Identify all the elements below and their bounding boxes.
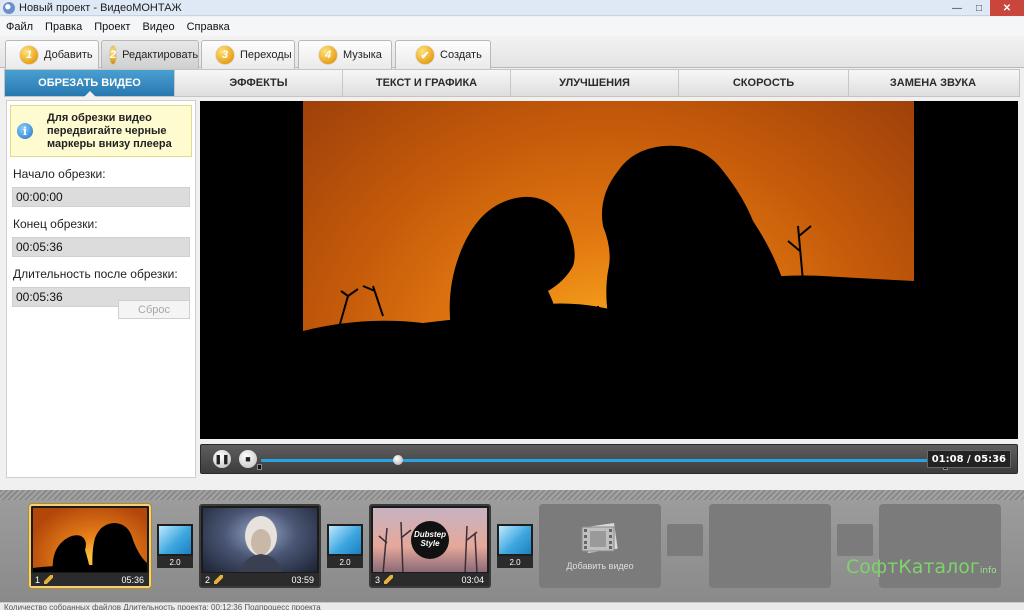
step-music[interactable]: 4 Музыка bbox=[298, 40, 392, 69]
trim-end-field[interactable]: 00:05:36 bbox=[12, 237, 190, 257]
step-label: Редактировать bbox=[122, 49, 199, 61]
trim-duration-label: Длительность после обрезки: bbox=[13, 267, 178, 281]
clip-info-bar: 3 03:04 bbox=[371, 573, 489, 586]
time-display: 01:08 / 05:36 bbox=[926, 450, 1011, 468]
menu-file[interactable]: Файл bbox=[0, 21, 39, 33]
menu-help[interactable]: Справка bbox=[181, 21, 236, 33]
clip-duration: 03:04 bbox=[461, 574, 484, 585]
menu-project[interactable]: Проект bbox=[88, 21, 136, 33]
storyboard: 1 05:36 2.0 2 03:59 2.0 Dubstep Style 3 … bbox=[0, 500, 1024, 602]
clip-index: 3 bbox=[375, 574, 381, 585]
tab-effects[interactable]: ЭФФЕКТЫ bbox=[175, 70, 343, 96]
step-number-3: 3 bbox=[216, 46, 234, 64]
clip-duration: 03:59 bbox=[291, 574, 314, 585]
clip-thumbnail: Dubstep Style bbox=[373, 508, 487, 572]
add-video-label: Добавить видео bbox=[566, 561, 634, 571]
check-icon: ✔ bbox=[416, 46, 434, 64]
video-preview[interactable] bbox=[200, 101, 1018, 439]
transition-3[interactable]: 2.0 bbox=[497, 524, 533, 570]
pencil-icon[interactable] bbox=[214, 575, 224, 584]
window-controls: — □ ✕ bbox=[946, 0, 1024, 16]
clip-index: 1 bbox=[35, 574, 41, 585]
step-label: Переходы bbox=[240, 49, 292, 61]
thumbnail-logo-text: Dubstep Style bbox=[414, 530, 446, 548]
step-number-1: 1 bbox=[20, 46, 38, 64]
title-bar: Новый проект - ВидеоМОНТАЖ — □ ✕ bbox=[0, 0, 1024, 16]
clip-thumbnail bbox=[33, 508, 147, 572]
window-title: Новый проект - ВидеоМОНТАЖ bbox=[19, 1, 182, 14]
transition-duration: 2.0 bbox=[327, 556, 363, 568]
clip-info-bar: 1 05:36 bbox=[31, 573, 149, 586]
edit-subtabs: ОБРЕЗАТЬ ВИДЕО ЭФФЕКТЫ ТЕКСТ И ГРАФИКА У… bbox=[4, 69, 1020, 97]
watermark-sub: info bbox=[979, 566, 997, 576]
transition-2[interactable]: 2.0 bbox=[327, 524, 363, 570]
transition-duration: 2.0 bbox=[497, 556, 533, 568]
clip-duration: 05:36 bbox=[121, 574, 144, 585]
step-tabs: 1 Добавить 2 Редактировать 3 Переходы 4 … bbox=[0, 36, 1024, 69]
minimize-icon[interactable]: — bbox=[946, 0, 968, 16]
transition-duration: 2.0 bbox=[157, 556, 193, 568]
step-add[interactable]: 1 Добавить bbox=[5, 40, 99, 69]
trim-panel: i Для обрезки видео передвигайте черные … bbox=[6, 100, 196, 478]
tab-speed[interactable]: СКОРОСТЬ bbox=[679, 70, 849, 96]
info-icon: i bbox=[17, 123, 33, 139]
transition-icon bbox=[157, 524, 193, 556]
clip-2[interactable]: 2 03:59 bbox=[199, 504, 321, 588]
maximize-icon[interactable]: □ bbox=[968, 0, 990, 16]
player-controls: ❚❚ ■ 01:08 / 05:36 bbox=[200, 444, 1018, 474]
sunset-silhouette-image bbox=[303, 145, 914, 439]
menu-bar: Файл Правка Проект Видео Справка bbox=[0, 17, 1024, 36]
menu-video[interactable]: Видео bbox=[136, 21, 180, 33]
tab-text-graphics[interactable]: ТЕКСТ И ГРАФИКА bbox=[343, 70, 511, 96]
seek-handle[interactable] bbox=[392, 455, 403, 465]
add-video-button[interactable]: Добавить видео bbox=[539, 504, 661, 588]
step-number-4: 4 bbox=[319, 46, 337, 64]
empty-transition-slot bbox=[667, 524, 703, 556]
stop-icon[interactable]: ■ bbox=[239, 450, 257, 468]
app-icon bbox=[3, 1, 15, 14]
trim-start-field[interactable]: 00:00:00 bbox=[12, 187, 190, 207]
close-icon[interactable]: ✕ bbox=[990, 0, 1024, 16]
reset-button[interactable]: Сброс bbox=[118, 300, 190, 319]
clip-thumbnail bbox=[203, 508, 317, 572]
step-number-2: 2 bbox=[110, 46, 117, 64]
seek-track[interactable] bbox=[261, 459, 945, 462]
watermark-main: СофтКаталог bbox=[846, 556, 980, 578]
tab-audio-replace[interactable]: ЗАМЕНА ЗВУКА bbox=[849, 70, 1017, 96]
step-transitions[interactable]: 3 Переходы bbox=[201, 40, 295, 69]
step-label: Музыка bbox=[343, 49, 382, 61]
clip-1[interactable]: 1 05:36 bbox=[29, 504, 151, 588]
video-frame bbox=[303, 101, 914, 439]
step-label: Добавить bbox=[44, 49, 93, 61]
step-label: Создать bbox=[440, 49, 482, 61]
trim-start-marker[interactable] bbox=[257, 464, 262, 470]
status-bar: Количество собранных файлов Длительность… bbox=[0, 602, 1024, 610]
empty-transition-slot bbox=[837, 524, 873, 556]
menu-edit[interactable]: Правка bbox=[39, 21, 88, 33]
trim-start-label: Начало обрезки: bbox=[13, 167, 106, 181]
watermark: СофтКаталогinfo bbox=[846, 556, 997, 578]
tab-trim[interactable]: ОБРЕЗАТЬ ВИДЕО bbox=[5, 70, 175, 97]
transition-icon bbox=[327, 524, 363, 556]
film-icon bbox=[581, 523, 618, 553]
timeline-divider[interactable] bbox=[0, 490, 1024, 500]
clip-3[interactable]: Dubstep Style 3 03:04 bbox=[369, 504, 491, 588]
pencil-icon[interactable] bbox=[384, 575, 394, 584]
trim-hint: i Для обрезки видео передвигайте черные … bbox=[10, 105, 192, 157]
clip-index: 2 bbox=[205, 574, 211, 585]
pause-icon[interactable]: ❚❚ bbox=[213, 450, 231, 468]
step-edit[interactable]: 2 Редактировать bbox=[101, 40, 199, 69]
tab-enhancements[interactable]: УЛУЧШЕНИЯ bbox=[511, 70, 679, 96]
empty-clip-slot bbox=[709, 504, 831, 588]
pencil-icon[interactable] bbox=[44, 575, 54, 584]
transition-icon bbox=[497, 524, 533, 556]
step-create[interactable]: ✔ Создать bbox=[395, 40, 491, 69]
transition-1[interactable]: 2.0 bbox=[157, 524, 193, 570]
trim-end-label: Конец обрезки: bbox=[13, 217, 98, 231]
clip-info-bar: 2 03:59 bbox=[201, 573, 319, 586]
hint-text: Для обрезки видео передвигайте черные ма… bbox=[47, 111, 172, 150]
